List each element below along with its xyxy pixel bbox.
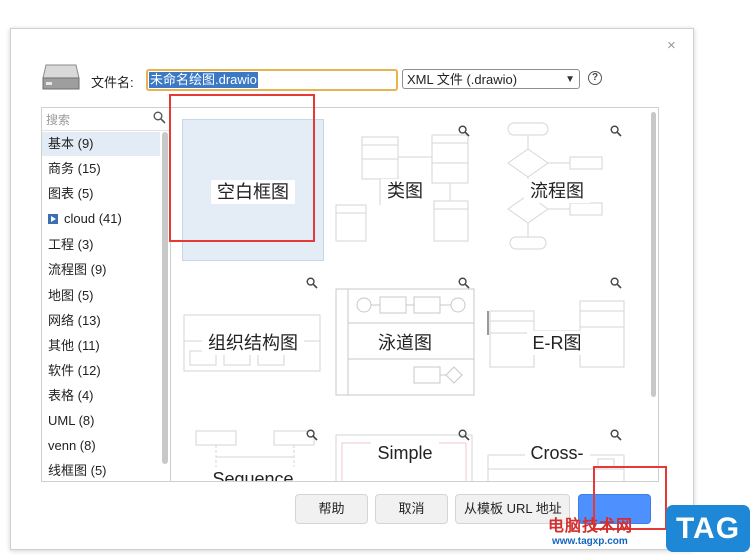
- template-swimlane[interactable]: 泳道图: [334, 271, 476, 413]
- category-item[interactable]: 流程图 (9): [42, 258, 160, 282]
- category-sidebar: 搜索 基本 (9) 商务 (15) 图表 (5) cloud (41) 工程 (…: [41, 107, 171, 482]
- template-label: 组织结构图: [202, 331, 304, 355]
- template-label: 空白框图: [211, 180, 295, 204]
- template-er-diagram[interactable]: E-R图: [486, 271, 628, 413]
- magnifier-icon[interactable]: [458, 125, 470, 140]
- template-cross-functional[interactable]: Cross-: [486, 423, 628, 481]
- filename-input[interactable]: 未命名绘图.drawio: [146, 69, 398, 91]
- magnifier-icon[interactable]: [610, 125, 622, 140]
- filetype-value: XML 文件 (.drawio): [407, 72, 518, 87]
- cancel-button[interactable]: 取消: [375, 494, 448, 524]
- category-item[interactable]: 软件 (12): [42, 359, 160, 383]
- close-icon[interactable]: ×: [667, 38, 676, 53]
- template-label: Cross-: [524, 441, 590, 465]
- category-item[interactable]: 表格 (4): [42, 384, 160, 408]
- category-item-cloud[interactable]: cloud (41): [42, 207, 160, 231]
- help-icon[interactable]: ?: [588, 71, 602, 85]
- help-button[interactable]: 帮助: [295, 494, 368, 524]
- watermark-text: 电脑技术网: [548, 518, 634, 535]
- template-grid: 空白框图 类图 流程图 组织结构图 泳道图 E-R图 Sequence Simp…: [170, 107, 659, 482]
- category-item[interactable]: 线框图 (5): [42, 459, 160, 481]
- search-icon[interactable]: [153, 111, 166, 127]
- category-item[interactable]: venn (8): [42, 434, 160, 458]
- template-label: 类图: [381, 179, 429, 203]
- category-item[interactable]: 基本 (9): [42, 132, 160, 156]
- chevron-down-icon: ▼: [565, 74, 575, 85]
- filename-value: 未命名绘图.drawio: [149, 72, 258, 88]
- category-item[interactable]: 其他 (11): [42, 334, 160, 358]
- template-label: 泳道图: [372, 331, 438, 355]
- template-label: E-R图: [526, 331, 588, 355]
- category-item[interactable]: UML (8): [42, 409, 160, 433]
- cloud-play-icon: [48, 214, 58, 224]
- category-item[interactable]: 工程 (3): [42, 233, 160, 257]
- magnifier-icon[interactable]: [610, 277, 622, 292]
- template-label: Simple: [371, 441, 439, 465]
- template-sequence[interactable]: Sequence: [182, 423, 324, 481]
- template-label: Sequence: [206, 467, 300, 481]
- category-item[interactable]: 商务 (15): [42, 157, 160, 181]
- search-placeholder: 搜索: [46, 113, 71, 127]
- watermark-tag-logo: TAG: [666, 505, 750, 552]
- template-simple[interactable]: Simple: [334, 423, 476, 481]
- hard-drive-icon: [42, 62, 80, 95]
- watermark-url: www.tagxp.com: [552, 536, 628, 547]
- template-class-diagram[interactable]: 类图: [334, 119, 476, 261]
- template-label: 流程图: [524, 179, 590, 203]
- sidebar-scrollbar[interactable]: [162, 132, 168, 464]
- category-item[interactable]: 地图 (5): [42, 284, 160, 308]
- magnifier-icon[interactable]: [458, 429, 470, 444]
- magnifier-icon[interactable]: [458, 277, 470, 292]
- category-item[interactable]: 网络 (13): [42, 309, 160, 333]
- template-org-chart[interactable]: 组织结构图: [182, 271, 324, 413]
- template-flowchart[interactable]: 流程图: [486, 119, 628, 261]
- magnifier-icon[interactable]: [610, 429, 622, 444]
- category-item[interactable]: 图表 (5): [42, 182, 160, 206]
- template-blank[interactable]: 空白框图: [182, 119, 324, 261]
- template-scrollbar[interactable]: [651, 112, 656, 397]
- category-label: cloud (41): [64, 211, 122, 226]
- magnifier-icon[interactable]: [306, 429, 318, 444]
- magnifier-icon[interactable]: [306, 277, 318, 292]
- category-search[interactable]: 搜索: [42, 108, 170, 131]
- filetype-select[interactable]: XML 文件 (.drawio) ▼: [402, 69, 580, 89]
- filename-label: 文件名:: [91, 75, 134, 90]
